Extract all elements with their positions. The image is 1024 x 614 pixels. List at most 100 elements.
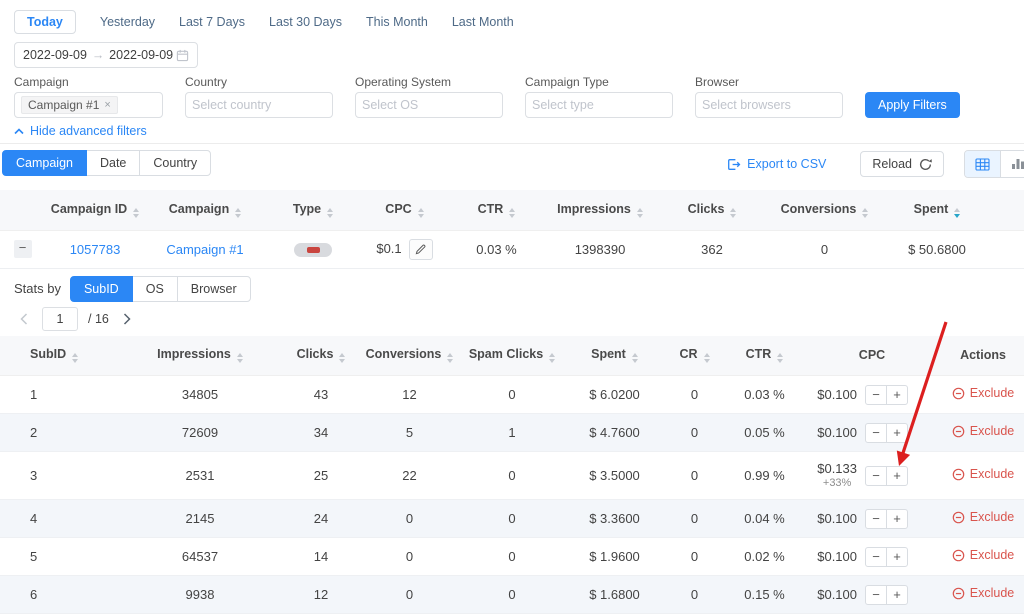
type-filter-input[interactable] <box>532 98 666 112</box>
chart-view-button[interactable] <box>1000 151 1024 177</box>
table-row: 2 72609 34 5 1 $ 4.7600 0 0.05 % $0.100−… <box>0 414 1024 452</box>
range-tab-this-month[interactable]: This Month <box>366 15 428 29</box>
cpc-decrease-button[interactable]: − <box>865 423 887 443</box>
cpc-increase-button-row-3[interactable]: + <box>886 466 908 486</box>
cpc-decrease-button[interactable]: − <box>865 585 887 605</box>
ctr-cell: 0.05 % <box>727 414 802 452</box>
col-sub-impressions[interactable]: Impressions <box>120 336 280 376</box>
subid-cell: 6 <box>0 576 120 614</box>
sort-icon-active <box>954 208 960 218</box>
cpc-increase-button[interactable]: + <box>886 547 908 567</box>
col-spent[interactable]: Spent <box>880 190 1024 230</box>
exclude-button[interactable]: Exclude <box>952 467 1014 481</box>
edit-cpc-button[interactable] <box>409 239 433 260</box>
page-total: / 16 <box>88 312 109 326</box>
reload-button[interactable]: Reload <box>860 151 944 177</box>
campaign-table: Campaign ID Campaign Type CPC CTR Impres… <box>0 190 1024 269</box>
spam-clicks-cell: 0 <box>457 576 567 614</box>
tab-country[interactable]: Country <box>139 150 211 176</box>
stats-by-label: Stats by <box>14 281 61 296</box>
tab-browser[interactable]: Browser <box>177 276 251 302</box>
campaign-row: − 1057783 Campaign #1 $0.1 0.03 % 139839… <box>0 230 1024 268</box>
clicks-cell: 12 <box>280 576 362 614</box>
col-cpc[interactable]: CPC <box>361 190 448 230</box>
apply-filters-button[interactable]: Apply Filters <box>865 92 960 118</box>
tag-remove-icon[interactable]: × <box>104 99 110 111</box>
cpc-increase-button[interactable]: + <box>886 585 908 605</box>
impressions-cell: 64537 <box>120 538 280 576</box>
ctr-cell: 0.03 % <box>727 376 802 414</box>
country-filter-input[interactable] <box>192 98 326 112</box>
campaign-filter-input[interactable]: Campaign #1 × <box>14 92 163 118</box>
impressions-cell: 2531 <box>120 452 280 500</box>
col-campaign-id[interactable]: Campaign ID <box>45 190 145 230</box>
col-ctr[interactable]: CTR <box>448 190 545 230</box>
ctr-cell: 0.04 % <box>727 500 802 538</box>
cpc-increase-button[interactable]: + <box>886 385 908 405</box>
country-filter-label: Country <box>185 75 333 89</box>
next-page-button[interactable] <box>119 307 135 331</box>
col-sub-conversions[interactable]: Conversions <box>362 336 457 376</box>
group-tabs: Campaign Date Country <box>2 150 211 176</box>
os-filter-input[interactable] <box>362 98 496 112</box>
col-campaign[interactable]: Campaign <box>145 190 265 230</box>
col-impressions[interactable]: Impressions <box>545 190 655 230</box>
tab-campaign[interactable]: Campaign <box>2 150 87 176</box>
tab-os[interactable]: OS <box>132 276 178 302</box>
table-view-icon <box>975 158 990 171</box>
cpc-increase-button[interactable]: + <box>886 423 908 443</box>
cpc-increase-button[interactable]: + <box>886 509 908 529</box>
browser-filter-input[interactable] <box>702 98 836 112</box>
clicks-cell: 34 <box>280 414 362 452</box>
col-cr[interactable]: CR <box>662 336 727 376</box>
stats-by-row: Stats by SubID OS Browser <box>14 276 1024 302</box>
range-tab-last-month[interactable]: Last Month <box>452 15 514 29</box>
cpc-decrease-button[interactable]: − <box>865 385 887 405</box>
cpc-decrease-button[interactable]: − <box>865 466 887 486</box>
col-spam-clicks[interactable]: Spam Clicks <box>457 336 567 376</box>
cr-cell: 0 <box>662 376 727 414</box>
range-tab-last30[interactable]: Last 30 Days <box>269 15 342 29</box>
col-conversions[interactable]: Conversions <box>769 190 880 230</box>
cpc-decrease-button[interactable]: − <box>865 509 887 529</box>
page-number-input[interactable]: 1 <box>42 307 78 331</box>
clicks-cell: 25 <box>280 452 362 500</box>
col-sub-ctr[interactable]: CTR <box>727 336 802 376</box>
range-tab-today[interactable]: Today <box>14 10 76 34</box>
table-view-button[interactable] <box>965 151 1000 177</box>
export-csv-link[interactable]: Export to CSV <box>727 157 826 171</box>
col-sub-clicks[interactable]: Clicks <box>280 336 362 376</box>
pagination: 1 / 16 <box>16 307 1024 331</box>
col-type[interactable]: Type <box>265 190 361 230</box>
subid-cell: 5 <box>0 538 120 576</box>
campaign-name-link[interactable]: Campaign #1 <box>166 242 243 257</box>
campaign-filter-tag: Campaign #1 × <box>21 96 118 114</box>
date-separator: → <box>92 48 105 62</box>
campaign-id-link[interactable]: 1057783 <box>70 242 121 257</box>
spam-clicks-cell: 0 <box>457 500 567 538</box>
range-tab-yesterday[interactable]: Yesterday <box>100 15 155 29</box>
campaign-ctr-value: 0.03 % <box>448 230 545 268</box>
exclude-button[interactable]: Exclude <box>952 386 1014 400</box>
conversions-cell: 12 <box>362 376 457 414</box>
collapse-row-button[interactable]: − <box>14 240 32 258</box>
date-range-input[interactable]: 2022-09-09 → 2022-09-09 <box>14 42 198 68</box>
hide-advanced-filters-link[interactable]: Hide advanced filters <box>14 124 1024 138</box>
exclude-button[interactable]: Exclude <box>952 548 1014 562</box>
cpc-value: $0.100 <box>817 511 857 526</box>
col-subid[interactable]: SubID <box>0 336 120 376</box>
col-sub-spent[interactable]: Spent <box>567 336 662 376</box>
cpc-decrease-button[interactable]: − <box>865 547 887 567</box>
sort-icon <box>777 353 783 363</box>
exclude-button[interactable]: Exclude <box>952 424 1014 438</box>
prev-page-button[interactable] <box>16 307 32 331</box>
col-clicks[interactable]: Clicks <box>655 190 769 230</box>
impressions-cell: 72609 <box>120 414 280 452</box>
tab-subid[interactable]: SubID <box>70 276 133 302</box>
range-tab-last7[interactable]: Last 7 Days <box>179 15 245 29</box>
tab-date[interactable]: Date <box>86 150 140 176</box>
exclude-button[interactable]: Exclude <box>952 510 1014 524</box>
campaign-table-header: Campaign ID Campaign Type CPC CTR Impres… <box>0 190 1024 230</box>
cpc-value: $0.100 <box>817 587 857 602</box>
exclude-button[interactable]: Exclude <box>952 586 1014 600</box>
